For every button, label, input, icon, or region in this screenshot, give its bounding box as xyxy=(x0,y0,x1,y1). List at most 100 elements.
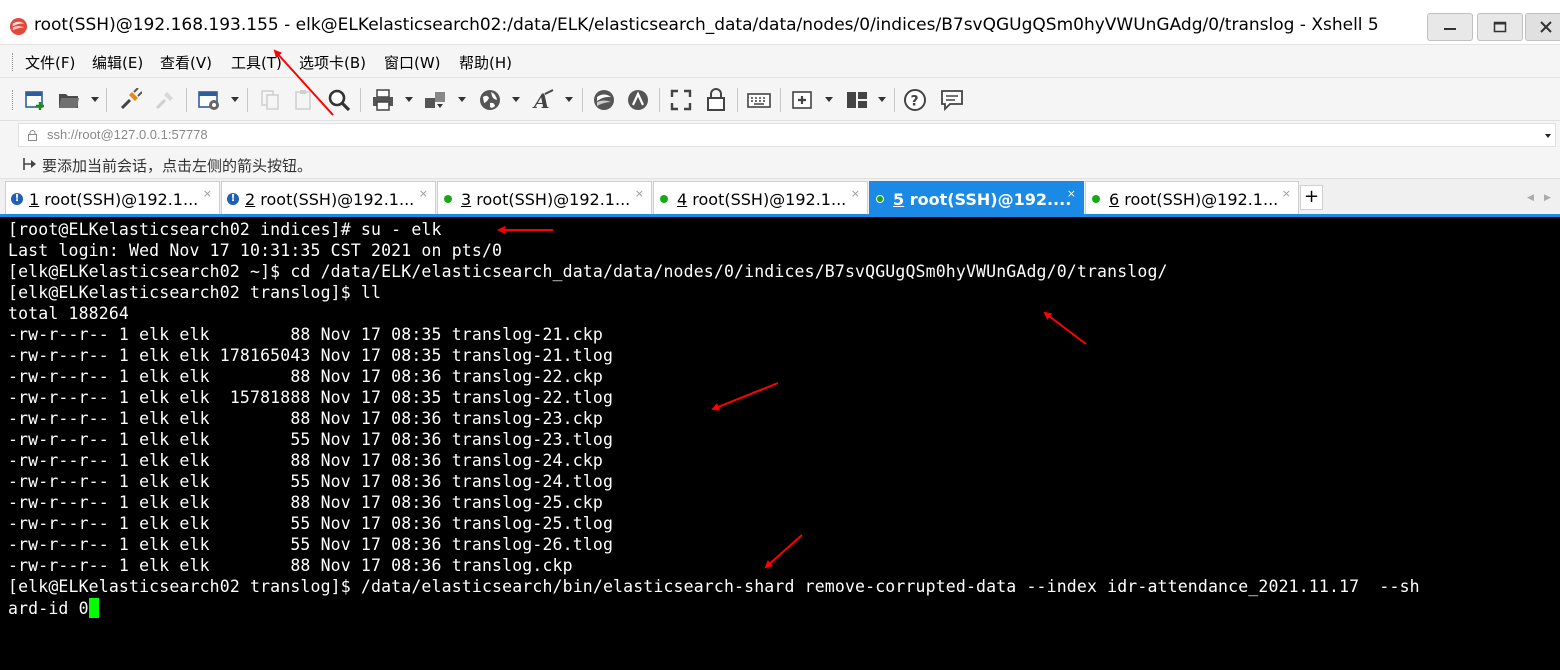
terminal-line: Last login: Wed Nov 17 10:31:35 CST 2021… xyxy=(8,241,503,260)
lock-icon[interactable] xyxy=(704,88,728,112)
address-value: ssh://root@127.0.0.1:57778 xyxy=(47,127,208,142)
address-input[interactable]: ssh://root@127.0.0.1:57778 xyxy=(18,123,1556,147)
transfer-icon[interactable] xyxy=(423,88,447,112)
xmanager-icon[interactable] xyxy=(626,88,650,112)
new-tab-icon[interactable] xyxy=(791,88,815,112)
properties-dropdown-icon[interactable] xyxy=(231,97,239,102)
terminal-line: -rw-r--r-- 1 elk elk 178165043 Nov 17 08… xyxy=(8,346,614,365)
tab-session-1[interactable]: ! 1 root(SSH)@192.1... × xyxy=(5,181,220,214)
menu-edit[interactable]: 编辑(E) xyxy=(92,52,143,73)
keyboard-icon[interactable] xyxy=(747,88,771,112)
terminal-line: -rw-r--r-- 1 elk elk 55 Nov 17 08:36 tra… xyxy=(8,535,614,554)
terminal-line: -rw-r--r-- 1 elk elk 88 Nov 17 08:36 tra… xyxy=(8,556,573,575)
transfer-dropdown-icon[interactable] xyxy=(458,97,466,102)
tab-close-icon[interactable]: × xyxy=(1282,187,1291,200)
toolbar-separator xyxy=(247,88,248,112)
address-dropdown-icon[interactable] xyxy=(1545,134,1551,138)
tab-session-6[interactable]: 6 root(SSH)@192.1... × xyxy=(1085,181,1299,214)
font-icon[interactable]: A xyxy=(531,88,555,112)
layout-dropdown-icon[interactable] xyxy=(878,97,886,102)
menu-file[interactable]: 文件(F) xyxy=(25,52,75,73)
terminal-line: -rw-r--r-- 1 elk elk 88 Nov 17 08:35 tra… xyxy=(8,325,603,344)
paste-icon[interactable] xyxy=(292,88,316,112)
layout-icon[interactable] xyxy=(845,88,869,112)
menu-window[interactable]: 窗口(W) xyxy=(384,52,441,73)
xftp-icon[interactable] xyxy=(592,88,616,112)
terminal-line-text: ard-id 0 xyxy=(8,599,89,618)
new-session-icon[interactable] xyxy=(23,88,47,112)
menu-help[interactable]: 帮助(H) xyxy=(459,52,512,73)
terminal-line: -rw-r--r-- 1 elk elk 15781888 Nov 17 08:… xyxy=(8,388,614,407)
terminal-line: -rw-r--r-- 1 elk elk 55 Nov 17 08:36 tra… xyxy=(8,430,614,449)
find-icon[interactable] xyxy=(327,88,351,112)
tab-close-icon[interactable]: × xyxy=(1067,187,1076,200)
tab-title: root(SSH)@192.1... xyxy=(471,190,631,209)
terminal-area[interactable]: [root@ELKelasticsearch02 indices]# su - … xyxy=(0,217,1560,670)
disconnect-icon[interactable] xyxy=(153,88,177,112)
toolbar-separator xyxy=(659,88,660,112)
tab-session-3[interactable]: 3 root(SSH)@192.1... × xyxy=(437,181,652,214)
tab-close-icon[interactable]: × xyxy=(635,187,644,200)
new-tab-dropdown-icon[interactable] xyxy=(825,97,833,102)
tab-close-icon[interactable]: × xyxy=(203,187,212,200)
tab-scroll-left-icon[interactable]: ◀ xyxy=(1527,193,1534,203)
font-dropdown-icon[interactable] xyxy=(565,97,573,102)
tab-title: root(SSH)@192.1... xyxy=(1119,190,1279,209)
close-icon xyxy=(1539,21,1552,33)
toolbar-separator xyxy=(360,88,361,112)
connect-icon[interactable] xyxy=(118,88,142,112)
minimize-button[interactable] xyxy=(1427,13,1473,41)
tab-number: 6 xyxy=(1109,190,1120,209)
globe-icon[interactable] xyxy=(478,88,502,112)
toolbar-grip[interactable] xyxy=(12,90,15,110)
terminal-line: [elk@ELKelasticsearch02 ~]$ cd /data/ELK… xyxy=(8,262,1168,281)
terminal-line: -rw-r--r-- 1 elk elk 55 Nov 17 08:36 tra… xyxy=(8,472,614,491)
tab-session-4[interactable]: 4 root(SSH)@192.1... × xyxy=(653,181,868,214)
menu-view[interactable]: 查看(V) xyxy=(160,52,212,73)
tab-session-2[interactable]: ! 2 root(SSH)@192.1... × xyxy=(221,181,436,214)
tab-scroll-right-icon[interactable]: ▶ xyxy=(1544,193,1551,203)
properties-icon[interactable] xyxy=(197,88,221,112)
maximize-icon xyxy=(1493,21,1507,33)
open-dropdown-icon[interactable] xyxy=(91,97,99,102)
open-folder-icon[interactable] xyxy=(57,88,81,112)
tab-session-5[interactable]: 5 root(SSH)@192.... × xyxy=(869,181,1084,214)
connected-status-icon xyxy=(876,195,884,203)
tab-close-icon[interactable]: × xyxy=(419,187,428,200)
session-hint-bar: 要添加当前会话，点击左侧的箭头按钮。 xyxy=(0,149,1560,179)
tab-title: root(SSH)@192.1... xyxy=(255,190,415,209)
terminal-line-last: ard-id 0 xyxy=(8,598,99,618)
terminal-line: -rw-r--r-- 1 elk elk 88 Nov 17 08:36 tra… xyxy=(8,493,603,512)
terminal-cursor xyxy=(88,598,99,618)
warning-icon: ! xyxy=(11,193,23,205)
add-tab-button[interactable]: + xyxy=(1300,185,1323,210)
terminal-line: -rw-r--r-- 1 elk elk 88 Nov 17 08:36 tra… xyxy=(8,409,603,428)
title-bar: root(SSH)@192.168.193.155 - elk@ELKelast… xyxy=(0,0,1560,45)
toolbar-separator xyxy=(894,88,895,112)
chat-icon[interactable] xyxy=(940,88,964,112)
tab-close-icon[interactable]: × xyxy=(851,187,860,200)
tab-number: 2 xyxy=(245,190,256,209)
terminal-line: total 188264 xyxy=(8,304,130,323)
menubar-grip[interactable] xyxy=(12,53,15,71)
copy-icon[interactable] xyxy=(258,88,282,112)
hint-text: 要添加当前会话，点击左侧的箭头按钮。 xyxy=(42,157,313,175)
toolbar: A ? xyxy=(0,78,1560,121)
print-dropdown-icon[interactable] xyxy=(405,97,413,102)
warning-icon: ! xyxy=(227,193,239,205)
menu-tools[interactable]: 工具(T) xyxy=(231,52,282,73)
add-session-arrow-icon[interactable] xyxy=(23,157,37,171)
help-icon[interactable]: ? xyxy=(903,88,927,112)
connected-status-icon xyxy=(444,195,452,203)
globe-dropdown-icon[interactable] xyxy=(512,97,520,102)
toolbar-separator xyxy=(106,88,107,112)
print-icon[interactable] xyxy=(371,88,395,112)
terminal-line: -rw-r--r-- 1 elk elk 88 Nov 17 08:36 tra… xyxy=(8,451,603,470)
tab-title: root(SSH)@192.1... xyxy=(39,190,199,209)
close-window-button[interactable] xyxy=(1525,13,1560,41)
connected-status-icon xyxy=(1092,195,1100,203)
menu-tabs[interactable]: 选项卡(B) xyxy=(299,52,366,73)
tab-title: root(SSH)@192.... xyxy=(904,190,1072,209)
maximize-button[interactable] xyxy=(1477,13,1523,41)
fullscreen-icon[interactable] xyxy=(669,88,693,112)
